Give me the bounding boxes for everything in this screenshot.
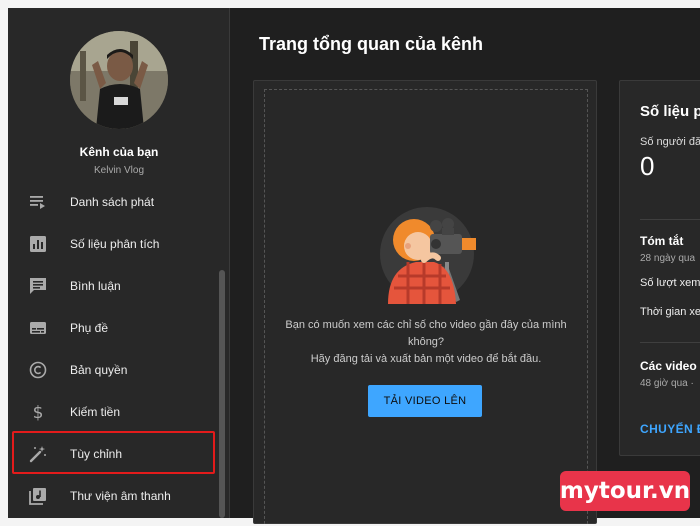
upload-card: Bạn có muốn xem các chỉ số cho video gần… [253,80,597,526]
go-to-analytics-link[interactable]: CHUYỂN Đ [640,422,700,436]
sidebar: Kênh của bạn Kelvin Vlog Danh sách phát … [8,8,230,518]
sidebar-scrollbar[interactable] [219,270,225,518]
videos-period: 48 giờ qua · [640,378,694,389]
highlight-box [12,431,215,474]
sidebar-item-label: Bình luận [70,279,121,293]
sidebar-item-playlists[interactable]: Danh sách phát [8,181,223,223]
comments-icon [28,276,48,296]
sidebar-item-analytics[interactable]: Số liệu phân tích [8,223,223,265]
audio-library-icon [28,486,48,506]
divider [640,219,700,220]
sidebar-item-label: Danh sách phát [70,195,155,209]
upload-dropzone [264,89,588,526]
videographer-illustration [378,204,488,304]
channel-name: Kênh của bạn [79,145,159,159]
sidebar-item-label: Bản quyền [70,363,128,377]
sidebar-item-audio-library[interactable]: Thư viện âm thanh [8,475,223,517]
upload-video-button[interactable]: TẢI VIDEO LÊN [368,385,482,417]
upload-prompt-line: không? [407,336,445,348]
views-label: Số lượt xem [640,277,700,289]
subscribers-value: 0 [640,151,655,181]
upload-prompt-line: Bạn có muốn xem các chỉ số cho video gần… [285,319,567,331]
sidebar-item-copyright[interactable]: Bản quyền [8,349,223,391]
sidebar-item-monetization[interactable]: $ Kiếm tiền [8,391,223,433]
sidebar-item-subtitles[interactable]: Phụ đề [8,307,223,349]
upload-prompt: Bạn có muốn xem các chỉ số cho video gần… [264,317,588,368]
summary-period: 28 ngày qua [640,253,696,264]
subscribers-label: Số người đă [640,136,700,148]
upload-prompt-line: Hãy đăng tải và xuất bản một video để bắ… [310,353,542,365]
copyright-icon [28,360,48,380]
sidebar-item-label: Kiếm tiền [70,405,121,419]
dollar-icon: $ [28,402,48,422]
sidebar-item-label: Thư viện âm thanh [70,489,171,503]
videos-title: Các video [640,359,697,373]
playlist-icon [28,192,48,212]
watch-time-label: Thời gian xem [640,306,700,318]
sidebar-item-label: Phụ đề [70,321,109,335]
subtitles-icon [28,318,48,338]
sidebar-item-label: Số liệu phân tích [70,237,160,251]
sidebar-item-comments[interactable]: Bình luận [8,265,223,307]
analytics-icon [28,234,48,254]
page-title: Trang tổng quan của kênh [259,34,484,54]
analytics-card: Số liệu p Số người đă 0 Tóm tắt 28 ngày … [619,80,700,456]
main-content: Trang tổng quan của kênh Bạn có muốn xem… [231,8,700,526]
analytics-card-title: Số liệu p [640,103,700,120]
summary-title: Tóm tắt [640,234,684,248]
watermark-logo: mytour.vn [560,471,690,511]
avatar[interactable] [70,31,168,129]
divider [640,342,700,343]
channel-handle: Kelvin Vlog [93,165,145,176]
svg-text:$: $ [33,403,44,422]
